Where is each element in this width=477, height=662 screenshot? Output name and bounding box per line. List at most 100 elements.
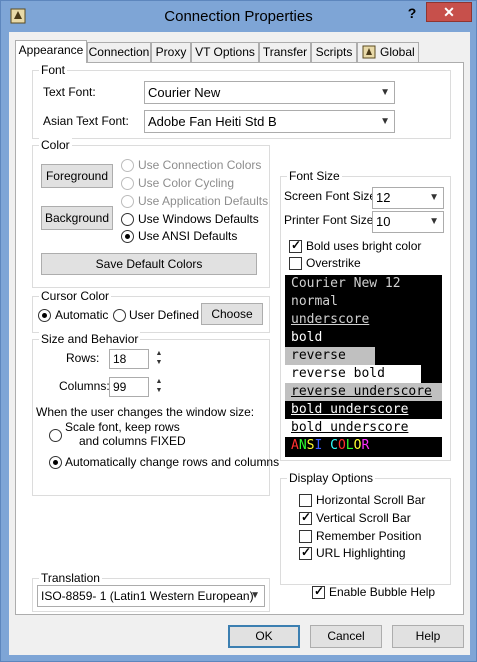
display-options-group-label: Display Options <box>287 471 376 485</box>
bold-bright-label: Bold uses bright color <box>306 239 422 253</box>
horizontal-scrollbar-label: Horizontal Scroll Bar <box>316 493 426 507</box>
size-behavior-group-label: Size and Behavior <box>39 332 141 346</box>
choose-cursor-color-button[interactable]: Choose <box>201 303 263 325</box>
tab-transfer[interactable]: Transfer <box>259 42 311 62</box>
ansi-char: C <box>330 438 338 453</box>
translation-combo[interactable]: ISO-8859- 1 (Latin1 Western European) ▼ <box>37 585 265 607</box>
columns-label: Columns: <box>59 379 110 393</box>
rows-label: Rows: <box>66 351 100 365</box>
text-font-combo[interactable]: Courier New ▼ <box>144 81 395 104</box>
screen-font-size-combo[interactable]: 12 ▼ <box>372 187 444 209</box>
foreground-button[interactable]: Foreground <box>41 164 113 188</box>
asian-font-label: Asian Text Font: <box>43 114 129 128</box>
auto-change-rows-radio[interactable] <box>49 456 62 469</box>
close-button[interactable]: ✕ <box>426 2 472 22</box>
preview-line-normal: Courier New 12 <box>291 276 401 291</box>
columns-stepper[interactable]: ▲ ▼ <box>153 377 165 397</box>
ansi-char: A <box>291 438 299 453</box>
enable-bubble-help-checkbox[interactable] <box>312 584 325 599</box>
use-connection-colors-radio[interactable] <box>121 159 134 172</box>
cancel-button[interactable]: Cancel <box>310 625 382 648</box>
preview-line-reverse: reverse <box>285 347 375 365</box>
ansi-char: R <box>361 438 370 453</box>
remember-position-checkbox[interactable] <box>299 530 312 543</box>
bold-bright-checkbox[interactable] <box>289 238 302 253</box>
size-behavior-group: Size and Behavior Rows: 18 ▲ ▼ Columns: 9… <box>32 332 279 496</box>
overstrike-checkbox[interactable] <box>289 257 302 270</box>
preview-line-bold: bold <box>291 330 323 345</box>
vertical-scrollbar-label: Vertical Scroll Bar <box>316 511 411 525</box>
scale-font-radio[interactable] <box>49 429 62 442</box>
ansi-char: N <box>298 438 307 453</box>
cursor-user-defined-radio[interactable] <box>113 309 126 322</box>
use-app-defaults-radio[interactable] <box>121 195 134 208</box>
printer-font-size-combo[interactable]: 10 ▼ <box>372 211 444 233</box>
preview-line-reverse-bold-underscore: bold underscore <box>285 419 442 437</box>
tab-proxy[interactable]: Proxy <box>151 42 191 62</box>
cursor-color-group-label: Cursor Color <box>39 289 112 303</box>
display-options-group: Display Options Horizontal Scroll Bar Ve… <box>280 471 451 585</box>
screen-font-size-value: 12 <box>376 190 391 205</box>
vertical-scrollbar-checkbox[interactable] <box>299 510 312 525</box>
asian-font-combo[interactable]: Adobe Fan Heiti Std B ▼ <box>144 110 395 133</box>
ansi-char: L <box>345 438 354 453</box>
preview-line-bold-underscore: bold underscore <box>291 402 409 417</box>
url-highlighting-label: URL Highlighting <box>316 546 406 560</box>
global-icon <box>362 45 376 59</box>
tab-appearance[interactable]: Appearance <box>15 40 87 63</box>
tab-global-label: Global <box>380 45 415 59</box>
text-font-label: Text Font: <box>43 85 96 99</box>
save-default-colors-button[interactable]: Save Default Colors <box>41 253 257 275</box>
tab-scripts[interactable]: Scripts <box>311 42 357 62</box>
enable-bubble-help-label: Enable Bubble Help <box>329 585 436 599</box>
dialog-client: Appearance Connection Proxy VT Options T… <box>9 32 470 655</box>
cursor-color-group: Cursor Color Automatic User Defined Choo… <box>32 289 270 333</box>
font-size-group: Font Size Screen Font Size 12 ▼ Printer … <box>280 169 451 461</box>
tab-connection[interactable]: Connection <box>87 42 151 62</box>
overstrike-label: Overstrike <box>306 256 361 270</box>
cursor-automatic-radio[interactable] <box>38 309 51 322</box>
color-group-label: Color <box>39 138 72 152</box>
columns-input[interactable]: 99 <box>109 377 149 397</box>
tab-vt-options[interactable]: VT Options <box>191 42 259 62</box>
ansi-char: O <box>337 438 346 453</box>
text-font-value: Courier New <box>148 85 221 100</box>
dialog-window: Connection Properties ? ✕ Appearance Con… <box>0 0 477 662</box>
printer-font-size-label: Printer Font Size <box>284 213 374 227</box>
cursor-automatic-label: Automatic <box>55 308 109 322</box>
use-color-cycling-radio[interactable] <box>121 177 134 190</box>
help-button[interactable]: Help <box>392 625 464 648</box>
auto-change-rows-label: Automatically change rows and columns <box>65 455 280 469</box>
use-windows-defaults-radio[interactable] <box>121 213 134 226</box>
chevron-down-icon: ▼ <box>429 192 439 203</box>
rows-input[interactable]: 18 <box>109 349 149 369</box>
remember-position-label: Remember Position <box>316 529 422 543</box>
use-windows-defaults-label: Use Windows Defaults <box>138 212 259 226</box>
use-ansi-defaults-radio[interactable] <box>121 230 134 243</box>
rows-stepper[interactable]: ▲ ▼ <box>153 349 165 369</box>
color-group: Color Foreground Background Use Connecti… <box>32 138 270 288</box>
scale-font-label-1: Scale font, keep rows <box>65 420 180 434</box>
ansi-char <box>322 438 330 453</box>
preview-line-normal: normal <box>291 294 338 309</box>
font-size-group-label: Font Size <box>287 169 342 183</box>
use-color-cycling-label: Use Color Cycling <box>138 176 235 190</box>
ok-button[interactable]: OK <box>228 625 300 648</box>
use-ansi-defaults-label: Use ANSI Defaults <box>138 229 238 243</box>
appearance-panel: Font Text Font: Courier New ▼ Asian Text… <box>15 62 464 615</box>
url-highlighting-checkbox[interactable] <box>299 545 312 560</box>
font-group-label: Font <box>39 63 68 77</box>
background-button[interactable]: Background <box>41 206 113 230</box>
chevron-down-icon: ▼ <box>429 216 439 227</box>
asian-font-value: Adobe Fan Heiti Std B <box>148 114 277 129</box>
chevron-down-icon: ▼ <box>250 590 260 601</box>
use-app-defaults-label: Use Application Defaults <box>138 194 269 208</box>
title-bar[interactable]: Connection Properties ? ✕ <box>1 1 476 31</box>
preview-line-ansi: ANSI COLOR <box>285 437 369 455</box>
horizontal-scrollbar-checkbox[interactable] <box>299 494 312 507</box>
font-group: Font Text Font: Courier New ▼ Asian Text… <box>32 63 451 139</box>
screen-font-size-label: Screen Font Size <box>284 189 377 203</box>
scale-font-label-2: and columns FIXED <box>79 434 186 448</box>
help-title-button[interactable]: ? <box>403 5 421 23</box>
tab-global[interactable]: Global <box>357 42 419 62</box>
